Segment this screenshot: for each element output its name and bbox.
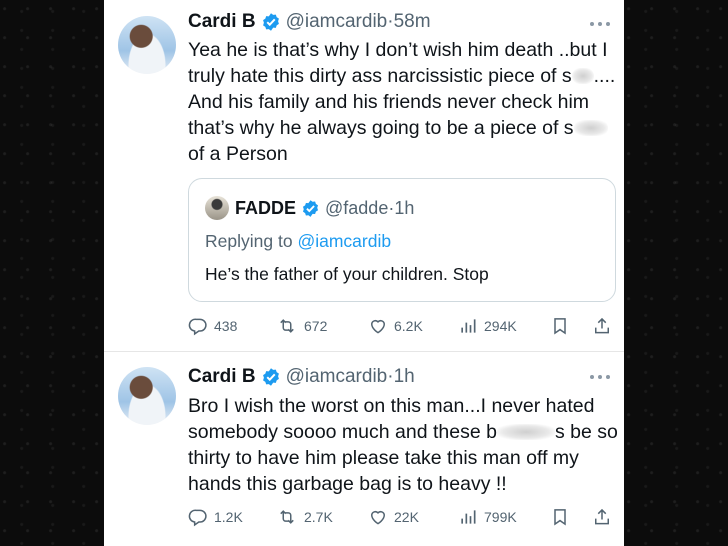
author-name[interactable]: Cardi B [188, 366, 256, 388]
repost-icon [280, 510, 294, 524]
tweet-1[interactable]: Cardi B @iamcardib · 58m Yea he is that’… [104, 0, 624, 351]
views-button[interactable]: 799K [458, 503, 517, 531]
verified-badge-icon [301, 199, 320, 218]
like-count: 6.2K [394, 318, 423, 334]
author-name[interactable]: Cardi B [188, 11, 256, 33]
author-avatar[interactable] [118, 16, 176, 74]
bookmark-button[interactable] [550, 312, 570, 340]
repost-button[interactable]: 672 [276, 312, 327, 340]
tweet-text-part: of a Person [188, 143, 288, 165]
quote-author-avatar [205, 196, 229, 220]
reply-count: 1.2K [214, 509, 243, 525]
like-icon [370, 319, 386, 334]
background-right [624, 0, 728, 546]
tweet-text-part: Yea he is that’s why I don’t wish him de… [188, 39, 608, 87]
reply-button[interactable]: 438 [188, 312, 237, 340]
reply-icon [188, 318, 207, 336]
bookmark-button[interactable] [550, 503, 570, 531]
background-left [0, 0, 104, 546]
more-icon[interactable] [590, 22, 610, 28]
bookmark-icon [554, 509, 566, 526]
reply-icon [188, 509, 207, 527]
share-icon [595, 317, 609, 334]
quote-header: FADDE @fadde · 1h [235, 196, 414, 220]
verified-badge-icon [261, 12, 281, 32]
tweet-text: Yea he is that’s why I don’t wish him de… [188, 37, 618, 167]
action-bar: 1.2K 2.7K 22K 799K [188, 503, 618, 531]
share-button[interactable] [592, 503, 612, 531]
quoted-tweet[interactable]: FADDE @fadde · 1h Replying to @iamcardib… [188, 178, 616, 302]
tweet-timestamp[interactable]: 1h [394, 366, 415, 388]
quote-author-handle: @fadde [325, 197, 389, 218]
views-icon [461, 510, 476, 524]
views-count: 799K [484, 509, 517, 525]
repost-count: 2.7K [304, 509, 333, 525]
reply-count: 438 [214, 318, 238, 334]
tweet-timestamp[interactable]: 58m [394, 11, 431, 33]
verified-badge-icon [261, 367, 281, 387]
author-handle[interactable]: @iamcardib [286, 366, 388, 388]
replying-handle-link[interactable]: @iamcardib [297, 231, 391, 251]
tweet-header: Cardi B @iamcardib · 58m [188, 9, 431, 35]
views-icon [461, 319, 476, 333]
tweet-2[interactable]: Cardi B @iamcardib · 1h Bro I wish the w… [104, 352, 624, 546]
tweet-text: Bro I wish the worst on this man...I nev… [188, 393, 618, 497]
more-icon[interactable] [590, 375, 610, 381]
repost-icon [280, 319, 294, 333]
action-bar: 438 672 6.2K 294K [188, 312, 618, 340]
share-icon [595, 508, 609, 525]
bookmark-icon [554, 318, 566, 335]
repost-count: 672 [304, 318, 328, 334]
repost-button[interactable]: 2.7K [276, 503, 333, 531]
quote-text: He’s the father of your children. Stop [205, 264, 489, 284]
quote-author-name: FADDE [235, 197, 297, 218]
author-handle[interactable]: @iamcardib [286, 11, 388, 33]
views-count: 294K [484, 318, 517, 334]
censor-blur [571, 68, 594, 84]
like-icon [370, 510, 386, 525]
censor-blur [573, 120, 608, 136]
share-button[interactable] [592, 312, 612, 340]
reply-button[interactable]: 1.2K [188, 503, 243, 531]
quote-timestamp: 1h [394, 197, 415, 218]
replying-prefix: Replying to [205, 231, 293, 251]
author-avatar[interactable] [118, 367, 176, 425]
tweet-thread-card: Cardi B @iamcardib · 58m Yea he is that’… [104, 0, 624, 546]
like-button[interactable]: 6.2K [368, 312, 423, 340]
tweet-header: Cardi B @iamcardib · 1h [188, 364, 415, 390]
replying-to: Replying to @iamcardib [205, 231, 391, 252]
like-count: 22K [394, 509, 419, 525]
views-button[interactable]: 294K [458, 312, 517, 340]
censor-blur [496, 424, 555, 440]
like-button[interactable]: 22K [368, 503, 419, 531]
